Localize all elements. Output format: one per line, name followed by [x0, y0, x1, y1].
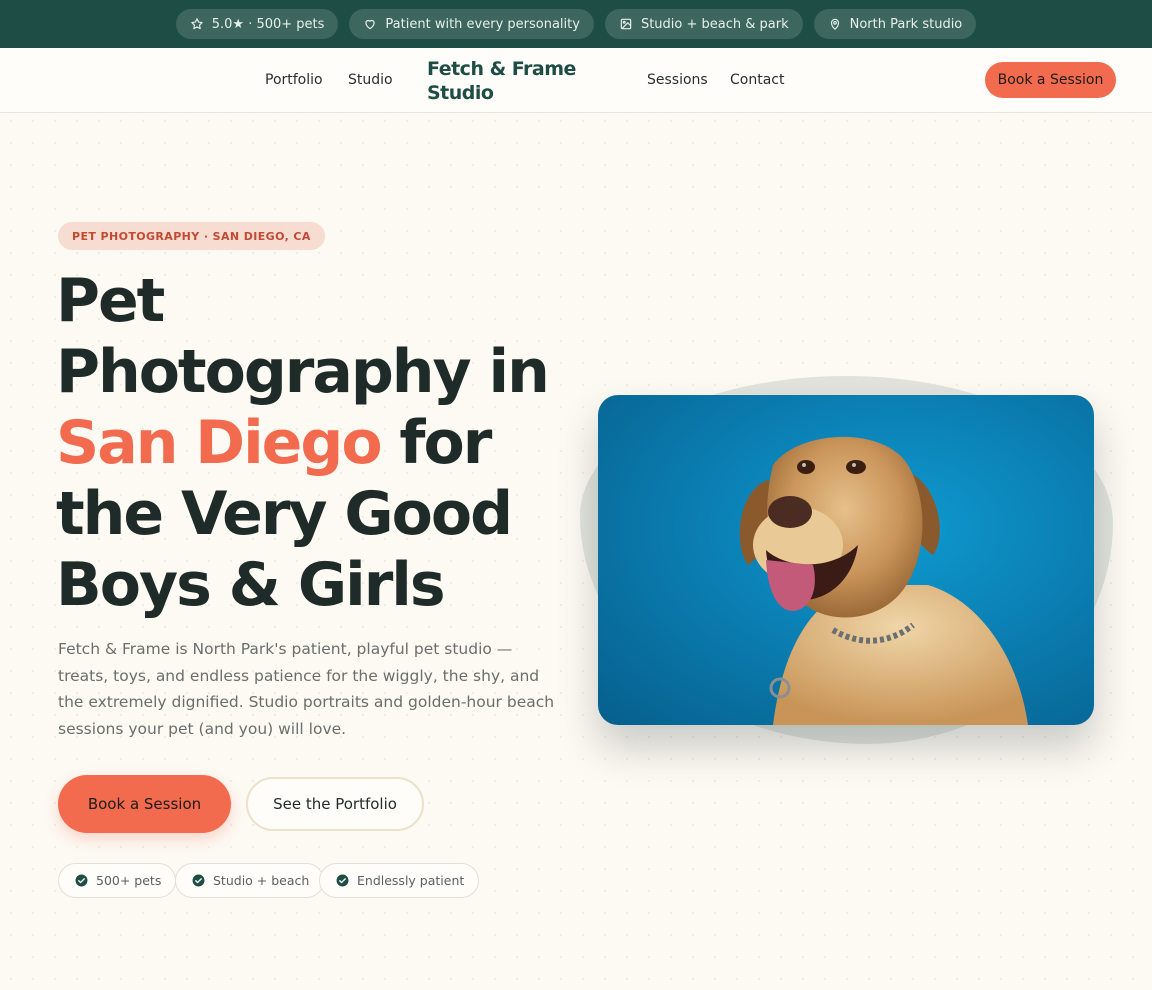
image-icon: [620, 18, 632, 30]
check-circle-icon: [336, 874, 349, 887]
heart-icon: [365, 19, 376, 30]
nav-link-contact[interactable]: Contact: [730, 72, 784, 88]
logo-line-2: Studio: [427, 82, 494, 104]
nav-link-portfolio[interactable]: Portfolio: [265, 72, 323, 88]
hero-eyebrow-badge: PET PHOTOGRAPHY · SAN DIEGO, CA: [58, 222, 325, 250]
logo-line-1: Fetch & Frame: [427, 58, 576, 80]
feature-chip-pets: 500+ pets: [58, 863, 177, 898]
rating-pill-label: 5.0★ · 500+ pets: [211, 16, 325, 32]
nav-link-studio[interactable]: Studio: [348, 72, 393, 88]
headline-accent: San Diego: [56, 408, 383, 478]
hero-headline: Pet Photography in San Diego for the Ver…: [56, 266, 576, 621]
studio-location-pill-label: North Park studio: [849, 16, 963, 32]
hero-dog-photo: [598, 395, 1094, 725]
check-circle-icon: [192, 874, 205, 887]
locations-pill-label: Studio + beach & park: [640, 16, 789, 32]
nav-link-sessions[interactable]: Sessions: [647, 72, 708, 88]
hero-description: Fetch & Frame is North Park's patient, p…: [58, 640, 555, 738]
headline-line-3-rest: for: [380, 408, 492, 478]
headline-line-1: Pet: [56, 266, 165, 336]
see-portfolio-button[interactable]: See the Portfolio: [246, 777, 424, 831]
check-circle-icon: [75, 874, 88, 887]
top-info-bar: 5.0★ · 500+ pets Patient with every pers…: [0, 0, 1152, 48]
studio-location-pill: North Park studio: [813, 9, 977, 39]
patience-pill-label: Patient with every personality: [385, 16, 580, 32]
feature-chip-patient: Endlessly patient: [319, 863, 480, 898]
dog-illustration: [739, 436, 1028, 725]
main-nav: Portfolio Studio Fetch & Frame Studio Se…: [0, 48, 1152, 113]
headline-line-5: Boys & Girls: [56, 550, 446, 620]
feature-chip-studio-beach-label: Studio + beach: [213, 873, 310, 888]
feature-chip-pets-label: 500+ pets: [96, 873, 162, 888]
patience-pill: Patient with every personality: [349, 9, 594, 39]
map-pin-icon: [830, 18, 839, 30]
feature-chip-patient-label: Endlessly patient: [357, 873, 465, 888]
site-logo[interactable]: Fetch & Frame Studio: [427, 57, 577, 105]
nav-book-session-button[interactable]: Book a Session: [985, 62, 1116, 98]
locations-pill: Studio + beach & park: [604, 9, 803, 39]
headline-line-2: Photography in: [56, 337, 550, 407]
rating-pill: 5.0★ · 500+ pets: [175, 9, 339, 39]
star-icon: [191, 18, 203, 30]
headline-line-4: the Very Good: [56, 479, 513, 549]
headline-line-3: San Diego for: [56, 408, 576, 479]
feature-chip-studio-beach: Studio + beach: [175, 863, 325, 898]
hero-book-session-button[interactable]: Book a Session: [58, 775, 231, 833]
